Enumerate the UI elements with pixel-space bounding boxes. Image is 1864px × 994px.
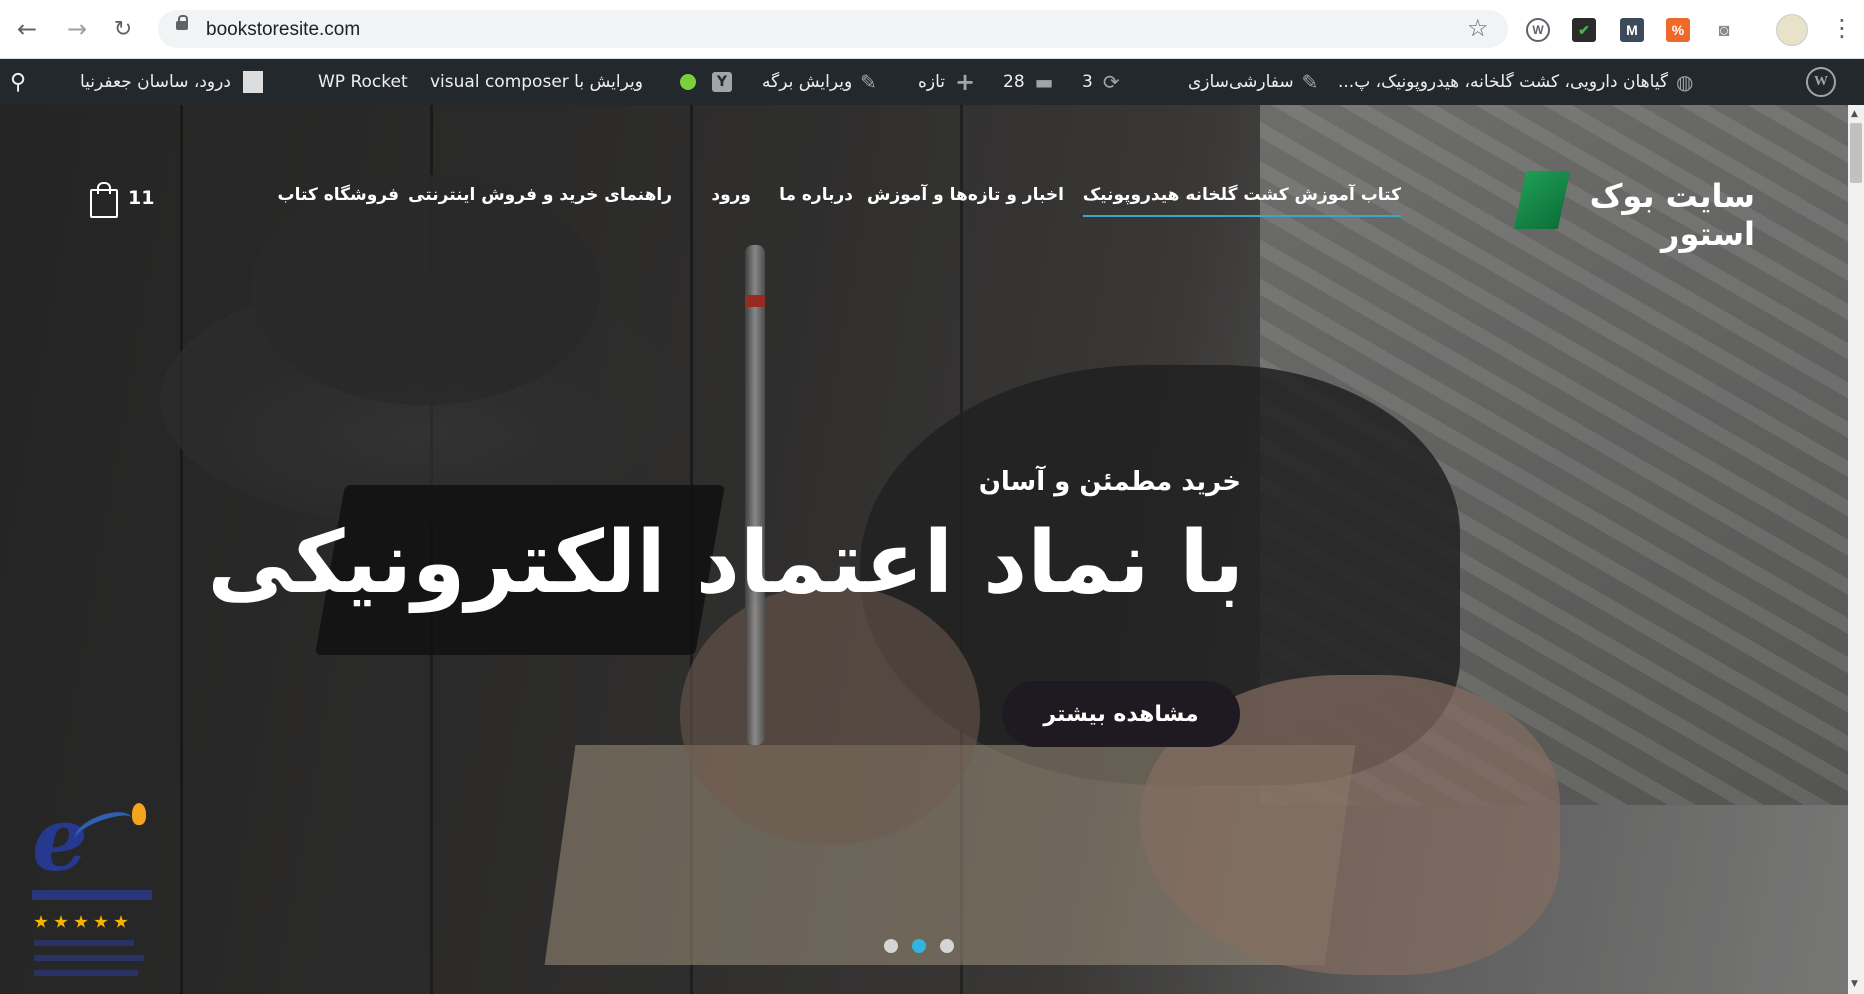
slide-dot[interactable] — [940, 939, 954, 953]
hero-headline: با نماد اعتماد الکترونیکی — [207, 513, 1244, 613]
hero-slider: سایت بوک استور کتاب آموزش کشت گلخانه هید… — [0, 105, 1864, 994]
nav-item-about[interactable]: درباره ما — [779, 185, 853, 205]
admin-comments[interactable]: 28 ▬ — [1003, 59, 1054, 105]
reload-icon[interactable]: ↻ — [108, 14, 138, 44]
logo-text: سایت بوک استور — [1589, 177, 1755, 253]
brush-icon: ✎ — [1301, 70, 1319, 94]
admin-new[interactable]: + تازه — [918, 59, 975, 105]
bookmark-star-icon[interactable]: ☆ — [1467, 14, 1489, 42]
slider-dots — [884, 939, 954, 953]
gmail-extension-icon[interactable]: M — [1620, 18, 1644, 42]
slide-dot-active[interactable] — [912, 939, 926, 953]
page-scrollbar[interactable]: ▲ ▼ — [1848, 105, 1864, 994]
profile-avatar[interactable] — [1776, 14, 1808, 46]
back-icon[interactable]: ← — [12, 14, 42, 44]
wordpress-extension-icon[interactable]: W — [1526, 18, 1550, 42]
seo-status-dot — [680, 59, 696, 105]
enamad-trust-badge[interactable]: e — [24, 795, 154, 994]
admin-site-name[interactable]: ◍ گیاهان دارویی، کشت گلخانه، هیدروپونیک،… — [1338, 59, 1694, 105]
browser-toolbar: ← → ↻ bookstoresite.com ☆ W ✔ M % ◙ ⋮ — [0, 0, 1864, 59]
admin-updates[interactable]: 3 ⟳ — [1082, 59, 1120, 105]
updates-icon: ⟳ — [1102, 70, 1120, 94]
scroll-up-icon[interactable]: ▲ — [1851, 109, 1858, 119]
nav-item-news[interactable]: اخبار و تازه‌ها و آموزش — [867, 185, 1064, 205]
yoast-seo-icon[interactable]: Y — [712, 59, 732, 105]
admin-account[interactable]: درود، ساسان جعفرنیا — [80, 59, 263, 105]
cart-icon[interactable] — [88, 181, 118, 218]
hero-subtitle: خرید مطمئن و آسان — [978, 467, 1241, 497]
nav-item-login[interactable]: ورود — [711, 185, 751, 205]
menu-kebab-icon[interactable]: ⋮ — [1830, 14, 1854, 42]
admin-visual-composer[interactable]: ویرایش با visual composer — [430, 59, 643, 105]
admin-customize[interactable]: ✎ سفارشی‌سازی — [1188, 59, 1318, 105]
site-logo[interactable]: سایت بوک استور — [1513, 163, 1755, 253]
view-more-button[interactable]: مشاهده بیشتر — [1002, 681, 1240, 747]
dashboard-icon: ◍ — [1676, 70, 1694, 94]
plus-icon: + — [955, 68, 976, 96]
search-icon[interactable]: ⚲ — [10, 59, 26, 105]
lock-icon — [176, 15, 188, 30]
scroll-thumb[interactable] — [1850, 123, 1862, 183]
checkmark-extension-icon[interactable]: ✔ — [1572, 18, 1596, 42]
scroll-down-icon[interactable]: ▼ — [1851, 979, 1858, 989]
nav-item-guide[interactable]: راهنمای خرید و فروش اینترنتی — [408, 185, 672, 205]
wp-admin-bar: W ◍ گیاهان دارویی، کشت گلخانه، هیدروپونی… — [0, 59, 1864, 105]
admin-edit-page[interactable]: ✎ ویرایش برگه — [762, 59, 877, 105]
comment-icon: ▬ — [1034, 70, 1054, 94]
nav-item-hydroponic-book[interactable]: کتاب آموزش کشت گلخانه هیدروپونیک — [1082, 185, 1401, 217]
address-bar[interactable] — [158, 10, 1508, 48]
wordpress-logo-icon[interactable]: W — [1806, 59, 1836, 105]
url-text[interactable]: bookstoresite.com — [206, 19, 360, 41]
avatar — [242, 71, 263, 93]
nav-item-bookstore[interactable]: فروشگاه کتاب — [277, 185, 399, 205]
cart-count: 11 — [128, 187, 155, 209]
percent-extension-icon[interactable]: % — [1666, 18, 1690, 42]
pencil-icon: ✎ — [860, 70, 877, 94]
slide-dot[interactable] — [884, 939, 898, 953]
forward-icon[interactable]: → — [62, 14, 92, 44]
camera-extension-icon[interactable]: ◙ — [1712, 18, 1736, 42]
admin-wp-rocket[interactable]: WP Rocket — [318, 59, 408, 105]
